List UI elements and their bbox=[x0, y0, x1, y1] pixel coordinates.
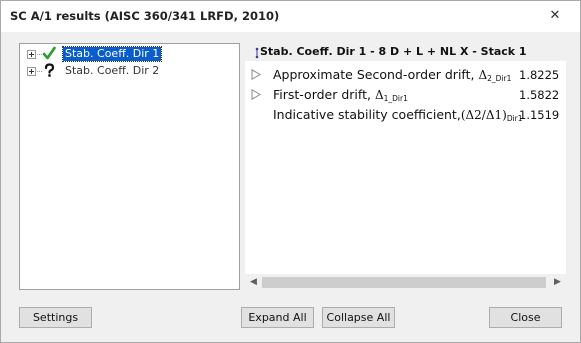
result-label: First-order drift, Δ1_Dir1 bbox=[273, 87, 408, 103]
result-row-second-order-drift: Approximate Second-order drift, Δ2_Dir1 … bbox=[245, 64, 566, 84]
expand-arrow-icon[interactable] bbox=[251, 69, 261, 80]
results-header: Stab. Coeff. Dir 1 - 8 D + L + NL X - St… bbox=[247, 44, 567, 60]
tree-item-label[interactable]: Stab. Coeff. Dir 2 bbox=[63, 64, 161, 78]
tree-item-label[interactable]: Stab. Coeff. Dir 1 bbox=[61, 46, 163, 62]
settings-button[interactable]: Settings bbox=[19, 307, 92, 328]
expand-plus-icon[interactable] bbox=[27, 50, 36, 59]
close-button[interactable]: Close bbox=[489, 307, 562, 328]
scroll-left-icon[interactable]: ◀ bbox=[245, 274, 262, 291]
result-row-stability-coefficient: Indicative stability coefficient,(Δ2/Δ1)… bbox=[245, 104, 566, 124]
green-check-icon bbox=[42, 46, 56, 60]
title-bar: SC A/1 results (AISC 360/341 LRFD, 2010)… bbox=[1, 1, 580, 32]
result-tree[interactable]: Stab. Coeff. Dir 1 Stab. Coeff. Dir 2 bbox=[19, 43, 240, 290]
result-value: 1.5822 bbox=[519, 88, 560, 102]
close-icon[interactable]: ✕ bbox=[545, 7, 565, 25]
results-dialog: SC A/1 results (AISC 360/341 LRFD, 2010)… bbox=[0, 0, 581, 343]
scrollbar-thumb[interactable] bbox=[262, 277, 546, 288]
result-value: 1.1519 bbox=[519, 108, 560, 122]
scroll-right-icon[interactable]: ▶ bbox=[549, 274, 566, 291]
question-mark-icon bbox=[44, 63, 55, 77]
result-row-first-order-drift: First-order drift, Δ1_Dir1 1.5822 bbox=[245, 84, 566, 104]
expand-plus-icon[interactable] bbox=[27, 67, 36, 76]
results-panel: Approximate Second-order drift, Δ2_Dir1 … bbox=[245, 61, 566, 291]
result-label: Approximate Second-order drift, Δ2_Dir1 bbox=[273, 67, 512, 83]
expand-all-button[interactable]: Expand All bbox=[241, 307, 314, 328]
collapse-all-button[interactable]: Collapse All bbox=[322, 307, 395, 328]
horizontal-scrollbar[interactable]: ◀ ▶ bbox=[245, 274, 566, 291]
result-value: 1.8225 bbox=[519, 68, 560, 82]
result-label: Indicative stability coefficient,(Δ2/Δ1)… bbox=[273, 107, 523, 123]
window-title: SC A/1 results (AISC 360/341 LRFD, 2010) bbox=[10, 9, 280, 23]
expand-arrow-icon[interactable] bbox=[251, 89, 261, 100]
results-title: Stab. Coeff. Dir 1 - 8 D + L + NL X - St… bbox=[260, 45, 527, 58]
